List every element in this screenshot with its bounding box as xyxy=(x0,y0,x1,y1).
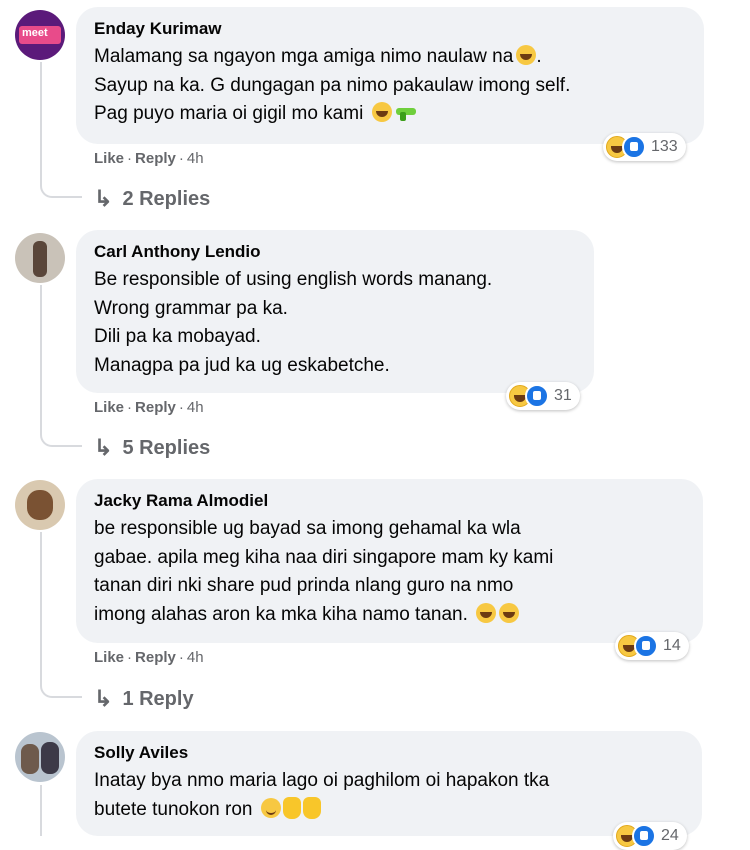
comment-line: Be responsible of using english words ma… xyxy=(94,269,493,290)
replies-label: 1 Reply xyxy=(122,687,194,710)
reply-arrow-icon: ↳ xyxy=(94,435,113,460)
comment-actions: Like · Reply · 4h xyxy=(94,649,204,666)
comment-line: butete tunokon ron xyxy=(94,796,684,825)
laughing-emoji-icon xyxy=(371,102,392,122)
avatar-logo-text: meet xyxy=(22,27,48,39)
water-gun-emoji-icon xyxy=(394,106,416,121)
avatar[interactable]: meet xyxy=(15,10,65,60)
comment-bubble: Enday Kurimaw Malamang sa ngayon mga ami… xyxy=(76,7,704,144)
comment-bubble: Jacky Rama Almodiel be responsible ug ba… xyxy=(76,479,703,643)
like-reaction-icon xyxy=(634,634,658,658)
comment-actions: Like · Reply · 4h xyxy=(94,399,204,416)
raised-hand-emoji-icon xyxy=(282,796,301,819)
smiling-emoji-icon xyxy=(260,797,281,818)
reaction-summary[interactable]: 133 xyxy=(603,133,686,161)
comment-line: Wrong grammar pa ka. xyxy=(94,297,288,319)
like-link[interactable]: Like xyxy=(94,649,124,666)
thread-connector xyxy=(40,419,82,447)
laughing-emoji-icon xyxy=(516,45,537,65)
comment-line: Malamang sa ngayon mga amiga nimo naulaw… xyxy=(94,45,542,67)
view-replies-button[interactable]: ↳ 2 Replies xyxy=(94,186,210,212)
reaction-summary[interactable]: 24 xyxy=(613,822,687,850)
comment-line: Sayup na ka. G dungagan pa nimo pakaulaw… xyxy=(94,74,571,96)
reply-link[interactable]: Reply xyxy=(135,649,176,666)
comment-line: imong alahas aron ka mka kiha namo tanan… xyxy=(94,601,685,630)
like-link[interactable]: Like xyxy=(94,150,124,167)
thread-line xyxy=(40,532,42,670)
raised-hand-emoji-icon xyxy=(302,796,321,819)
reaction-count: 24 xyxy=(661,827,679,844)
timestamp[interactable]: 4h xyxy=(187,150,204,167)
avatar[interactable] xyxy=(15,480,65,530)
comment-author[interactable]: Enday Kurimaw xyxy=(94,19,686,39)
reaction-count: 31 xyxy=(554,387,572,404)
thread-line xyxy=(40,285,42,419)
like-reaction-icon xyxy=(622,135,646,159)
like-reaction-icon xyxy=(632,824,656,848)
avatar[interactable] xyxy=(15,732,65,782)
thread-connector xyxy=(40,670,82,698)
thread-connector xyxy=(40,170,82,198)
comment-author[interactable]: Carl Anthony Lendio xyxy=(94,242,576,262)
view-replies-button[interactable]: ↳ 1 Reply xyxy=(94,686,194,712)
like-link[interactable]: Like xyxy=(94,399,124,416)
comment-line: Inatay bya nmo maria lago oi paghilom oi… xyxy=(94,770,550,791)
comment-line: Dili pa ka mobayad. xyxy=(94,326,261,347)
comment-line: tanan diri nki share pud prinda nlang gu… xyxy=(94,575,514,596)
reply-link[interactable]: Reply xyxy=(135,150,176,167)
reaction-count: 14 xyxy=(663,637,681,654)
reaction-summary[interactable]: 31 xyxy=(506,382,580,410)
winking-tongue-emoji-icon xyxy=(476,602,497,623)
winking-tongue-emoji-icon xyxy=(499,602,520,623)
replies-label: 5 Replies xyxy=(122,436,211,459)
comment-line: Pag puyo maria oi gigil mo kami xyxy=(94,100,686,129)
reply-arrow-icon: ↳ xyxy=(94,686,113,711)
timestamp[interactable]: 4h xyxy=(187,399,204,416)
comment-line: Managpa pa jud ka ug eskabetche. xyxy=(94,354,390,376)
reaction-count: 133 xyxy=(651,138,678,155)
comment-author[interactable]: Solly Aviles xyxy=(94,743,684,763)
comment-line: gabae. apila meg kiha naa diri singapore… xyxy=(94,546,554,568)
comment-bubble: Carl Anthony Lendio Be responsible of us… xyxy=(76,230,594,393)
avatar[interactable] xyxy=(15,233,65,283)
comment-line: be responsible ug bayad sa imong gehamal… xyxy=(94,518,521,539)
thread-line xyxy=(40,785,42,836)
reaction-summary[interactable]: 14 xyxy=(615,632,689,660)
reply-arrow-icon: ↳ xyxy=(94,186,113,211)
reply-link[interactable]: Reply xyxy=(135,399,176,416)
view-replies-button[interactable]: ↳ 5 Replies xyxy=(94,435,210,461)
thread-line xyxy=(40,62,42,170)
comment-author[interactable]: Jacky Rama Almodiel xyxy=(94,491,685,511)
like-reaction-icon xyxy=(525,384,549,408)
replies-label: 2 Replies xyxy=(122,187,211,210)
comment-actions: Like · Reply · 4h xyxy=(94,150,204,167)
timestamp[interactable]: 4h xyxy=(187,649,204,666)
comment-bubble: Solly Aviles Inatay bya nmo maria lago o… xyxy=(76,731,702,836)
